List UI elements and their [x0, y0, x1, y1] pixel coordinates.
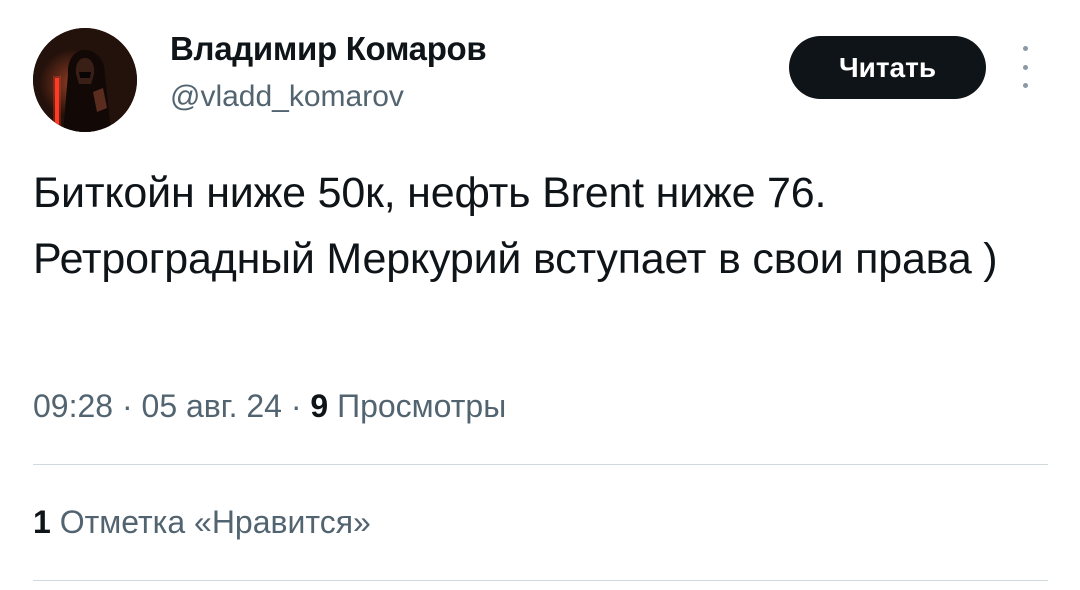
tweet-date[interactable]: 05 авг. 24 [142, 388, 282, 424]
divider [33, 464, 1048, 465]
views-label: Просмотры [337, 388, 507, 424]
tweet-card: Владимир Комаров @vladd_komarov Читать Б… [0, 0, 1080, 590]
views-count: 9 [310, 388, 329, 424]
author-display-name[interactable]: Владимир Комаров [170, 30, 487, 68]
dot [1022, 83, 1028, 88]
avatar[interactable] [33, 28, 137, 132]
meta-separator: · [121, 388, 133, 424]
follow-button[interactable]: Читать [789, 36, 986, 99]
more-vertical-icon[interactable] [1013, 46, 1037, 88]
likes-label: Отметка «Нравится» [59, 504, 371, 540]
dot [1022, 46, 1028, 51]
likes-count: 1 [33, 504, 51, 540]
tweet-text: Биткойн ниже 50к, нефть Brent ниже 76. Р… [33, 169, 998, 283]
tweet-time[interactable]: 09:28 [33, 388, 113, 424]
likes-stat[interactable]: 1 Отметка «Нравится» [33, 504, 371, 541]
tweet-meta: 09:28 · 05 авг. 24 · 9 Просмотры [33, 388, 506, 425]
meta-separator: · [290, 388, 302, 424]
divider [33, 580, 1048, 581]
avatar-image [33, 28, 137, 132]
author-handle[interactable]: @vladd_komarov [170, 80, 404, 114]
dot [1022, 64, 1028, 70]
